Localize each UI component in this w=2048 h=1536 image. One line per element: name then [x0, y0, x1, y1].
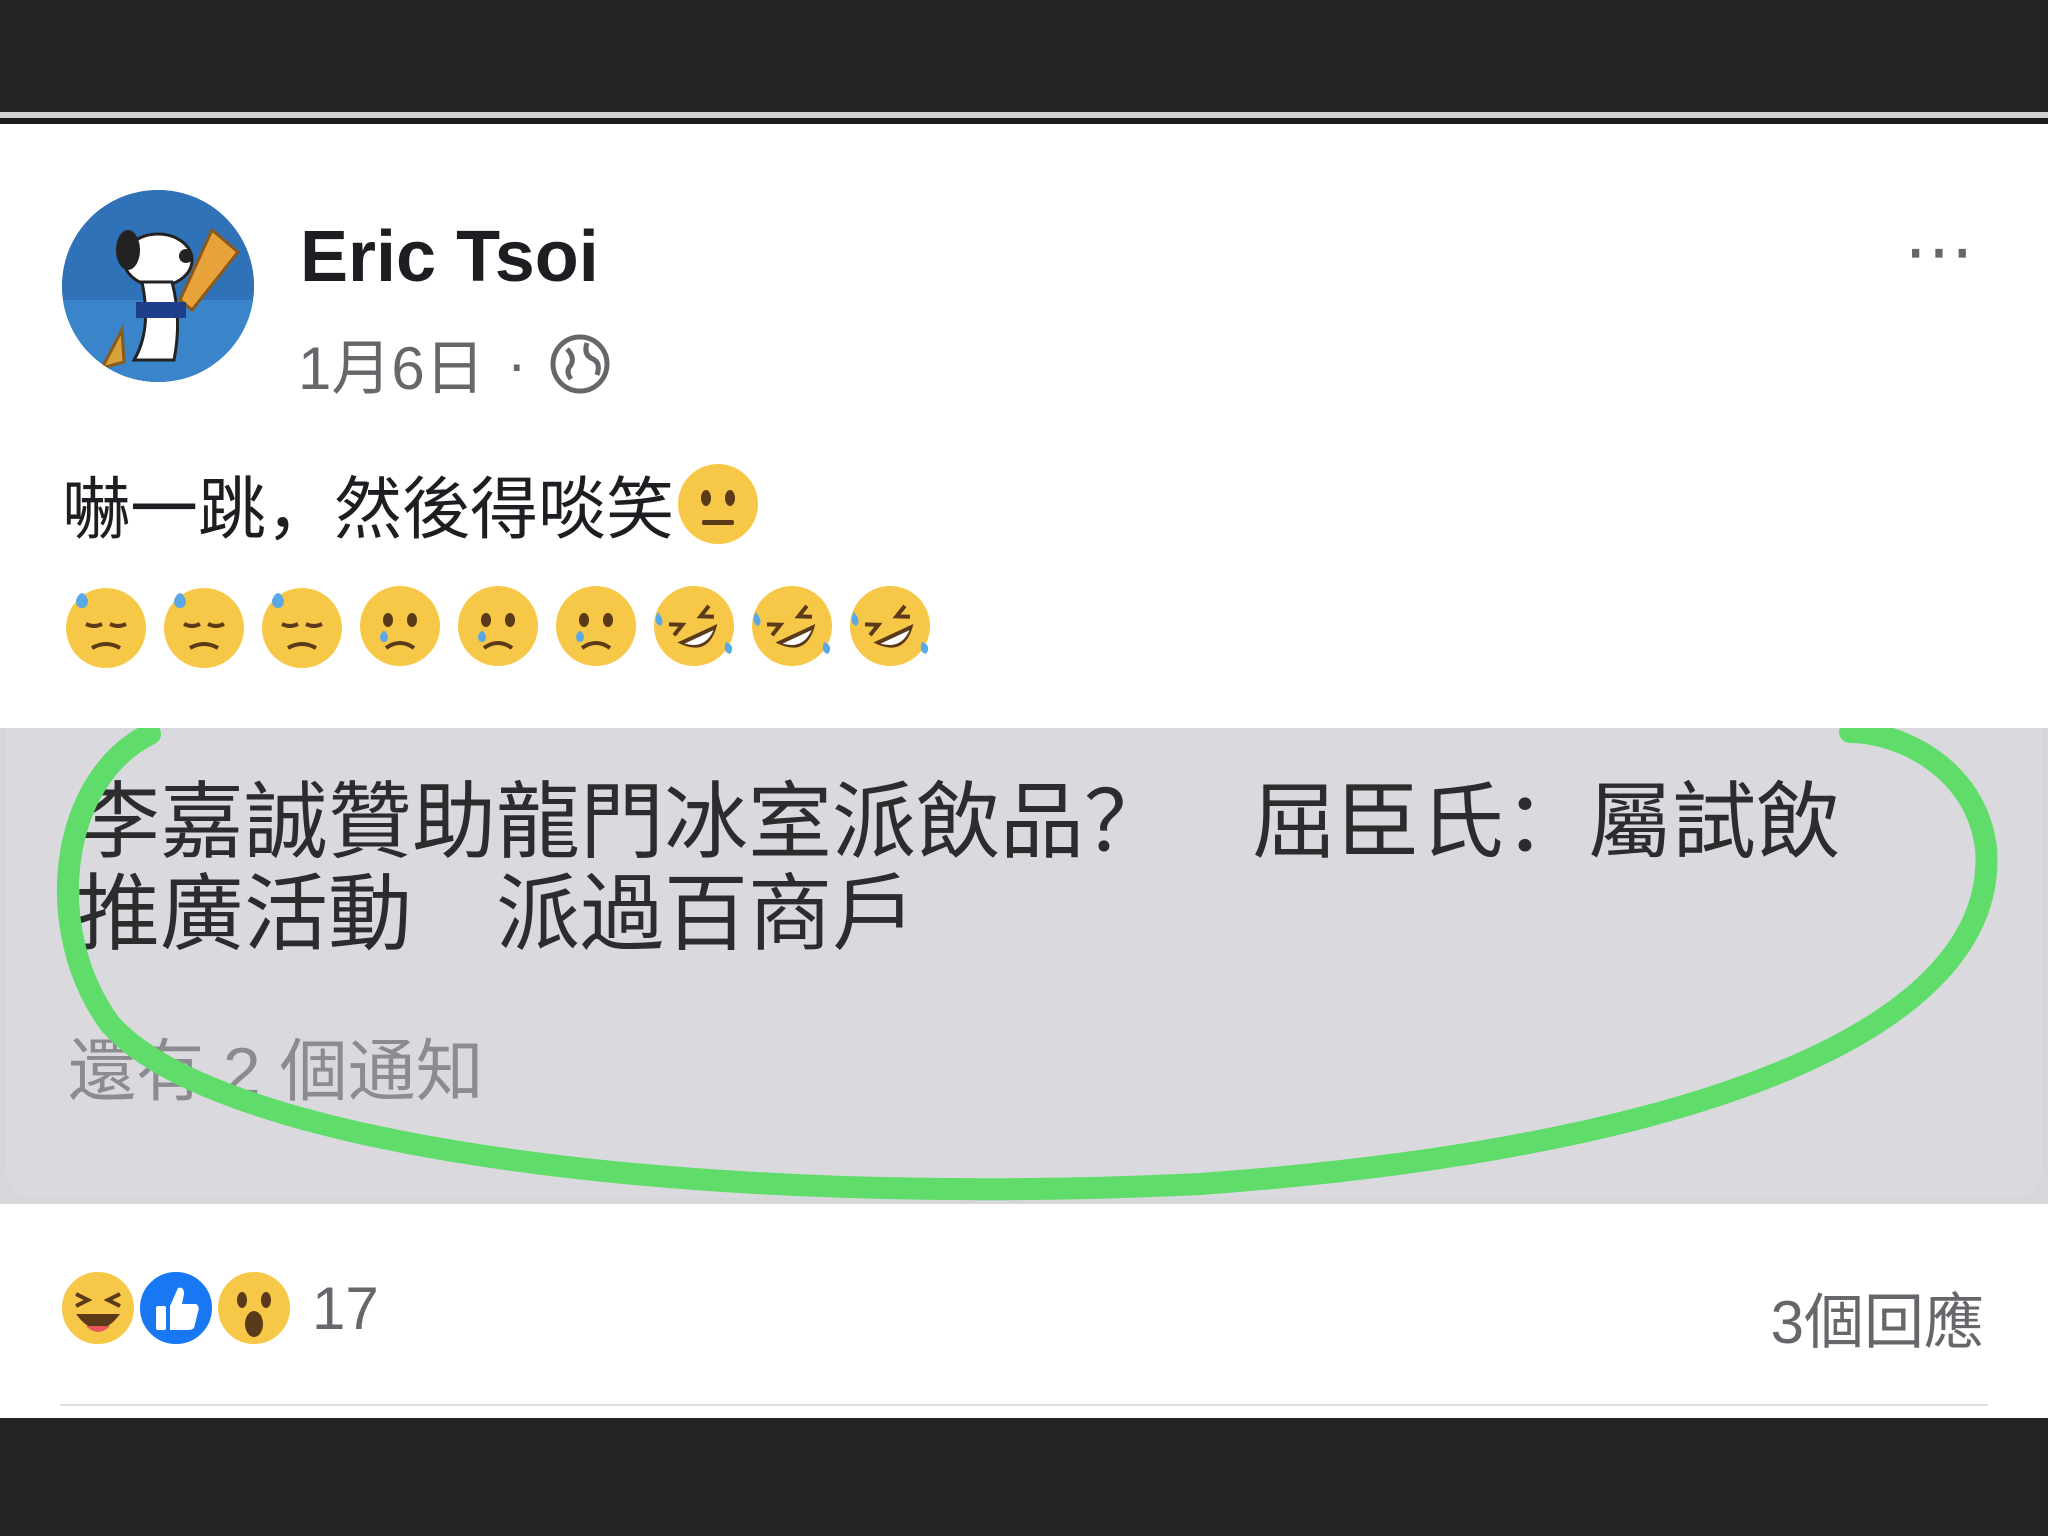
- crying-face-icon: [360, 586, 440, 666]
- footer-divider: [60, 1404, 1988, 1406]
- meta-separator: ·: [506, 330, 527, 397]
- notification-panel: 李嘉誠贊助龍門冰室派飲品？ 屈臣氏：屬試飲 推廣活動 派過百商戶 還有 2 個通…: [6, 728, 2042, 1198]
- downcast-face-with-sweat-icon: [262, 588, 342, 668]
- more-options-button[interactable]: ⋯: [1904, 216, 1978, 286]
- post-text: 嚇一跳，然後得啖笑: [62, 454, 762, 553]
- more-notifications-text[interactable]: 還有 2 個通知: [68, 1016, 484, 1115]
- globe-icon: [550, 334, 610, 393]
- rolling-on-floor-laughing-icon: [752, 586, 832, 666]
- avatar[interactable]: [62, 190, 254, 382]
- post-card: Eric Tsoi 1月6日 · ⋯ 嚇一跳，然後得啖笑 李嘉誠贊助龍門冰室派飲…: [0, 124, 2048, 1418]
- notification-screenshot: 李嘉誠贊助龍門冰室派飲品？ 屈臣氏：屬試飲 推廣活動 派過百商戶 還有 2 個通…: [0, 728, 2048, 1204]
- snoopy-avatar-icon: [62, 190, 254, 382]
- reaction-count: 17: [312, 1274, 379, 1342]
- notification-headline-line1: 李嘉誠贊助龍門冰室派飲品？ 屈臣氏：屬試飲: [76, 775, 1841, 869]
- rolling-on-floor-laughing-icon: [654, 586, 734, 666]
- downcast-face-with-sweat-icon: [66, 588, 146, 668]
- notification-headline[interactable]: 李嘉誠贊助龍門冰室派飲品？ 屈臣氏：屬試飲 推廣活動 派過百商戶: [76, 776, 1840, 960]
- bottom-dark-bar: [0, 1418, 2048, 1536]
- like-reaction-icon: [136, 1268, 216, 1348]
- neutral-face-emoji-icon: [678, 463, 759, 544]
- top-dark-bar: [0, 0, 2048, 118]
- reactions-summary[interactable]: 17: [56, 1266, 379, 1350]
- notification-headline-line2: 推廣活動 派過百商戶: [76, 867, 917, 961]
- rolling-on-floor-laughing-icon: [850, 586, 930, 666]
- comment-count[interactable]: 3個回應: [1771, 1274, 1984, 1361]
- crying-face-icon: [458, 586, 538, 666]
- post-text-content: 嚇一跳，然後得啖笑: [62, 472, 675, 548]
- emoji-row: [62, 582, 934, 670]
- laugh-reaction-icon: [58, 1268, 138, 1348]
- author-name[interactable]: Eric Tsoi: [300, 216, 599, 298]
- post-date[interactable]: 1月6日: [298, 320, 485, 407]
- post-meta: 1月6日 ·: [298, 320, 611, 407]
- downcast-face-with-sweat-icon: [164, 588, 244, 668]
- wow-reaction-icon: [214, 1268, 294, 1348]
- crying-face-icon: [556, 586, 636, 666]
